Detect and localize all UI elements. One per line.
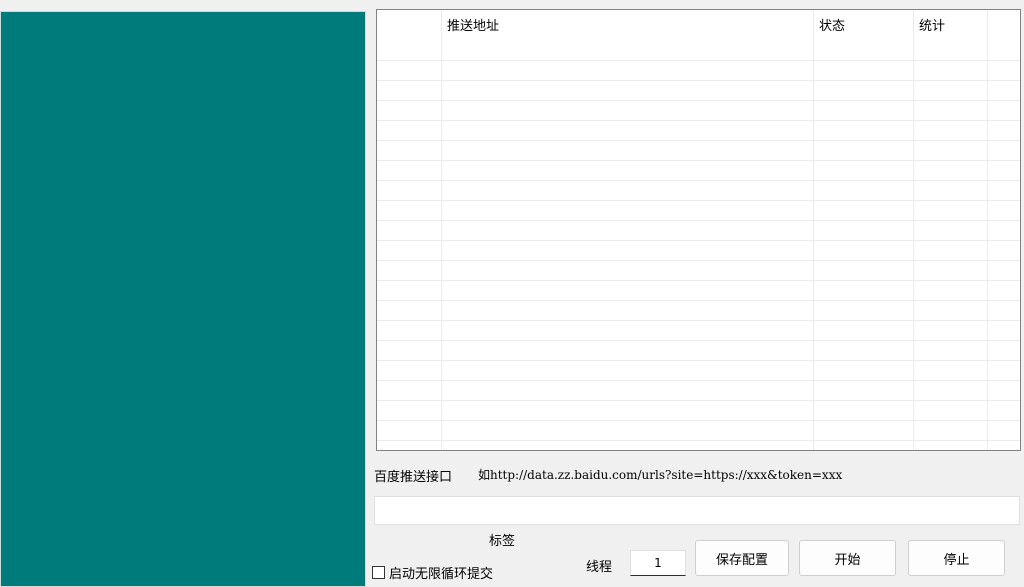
- grid-row-line: [377, 380, 1020, 381]
- grid-column-line: [813, 10, 814, 450]
- loop-label[interactable]: 启动无限循环提交: [389, 563, 493, 582]
- api-label: 百度推送接口: [374, 470, 453, 485]
- grid-row-line: [377, 180, 1020, 181]
- grid-row-line: [377, 80, 1020, 81]
- main-window: 推送地址 状态 统计 百度推送接口 如http://data.zz.baidu.…: [0, 0, 1024, 587]
- grid-column-line: [913, 10, 914, 450]
- grid-row-line: [377, 440, 1020, 441]
- grid-row-line: [377, 400, 1020, 401]
- loop-checkbox-row[interactable]: 启动无限循环提交: [372, 563, 493, 582]
- grid-row-line: [377, 240, 1020, 241]
- grid-row-line: [377, 60, 1020, 61]
- log-panel: [0, 11, 366, 587]
- thread-label: 线程: [586, 560, 613, 575]
- api-hint: 如http://data.zz.baidu.com/urls?site=http…: [478, 468, 843, 482]
- grid-row-line: [377, 340, 1020, 341]
- table-header: 推送地址 状态 统计: [377, 10, 1020, 48]
- grid-row-line: [377, 220, 1020, 221]
- loop-checkbox[interactable]: [372, 566, 385, 579]
- grid-row-line: [377, 120, 1020, 121]
- column-header-status[interactable]: 状态: [813, 10, 913, 48]
- grid-row-line: [377, 260, 1020, 261]
- grid-row-line: [377, 280, 1020, 281]
- thread-count-input[interactable]: [630, 550, 686, 576]
- url-table[interactable]: 推送地址 状态 统计: [376, 9, 1021, 451]
- column-header-index[interactable]: [377, 10, 441, 48]
- grid-row-line: [377, 300, 1020, 301]
- column-header-url[interactable]: 推送地址: [441, 10, 813, 48]
- grid-row-line: [377, 360, 1020, 361]
- grid-row-line: [377, 320, 1020, 321]
- save-config-button[interactable]: 保存配置: [695, 540, 789, 576]
- grid-column-line: [441, 10, 442, 450]
- stop-button[interactable]: 停止: [908, 540, 1005, 576]
- start-button[interactable]: 开始: [799, 540, 896, 576]
- grid-row-line: [377, 420, 1020, 421]
- grid-row-line: [377, 140, 1020, 141]
- tag-label: 标签: [489, 534, 516, 549]
- grid-row-line: [377, 160, 1020, 161]
- column-header-count[interactable]: 统计: [913, 10, 987, 48]
- grid-row-line: [377, 200, 1020, 201]
- api-url-input[interactable]: [374, 496, 1020, 525]
- grid-row-line: [377, 100, 1020, 101]
- grid-column-line: [987, 10, 988, 450]
